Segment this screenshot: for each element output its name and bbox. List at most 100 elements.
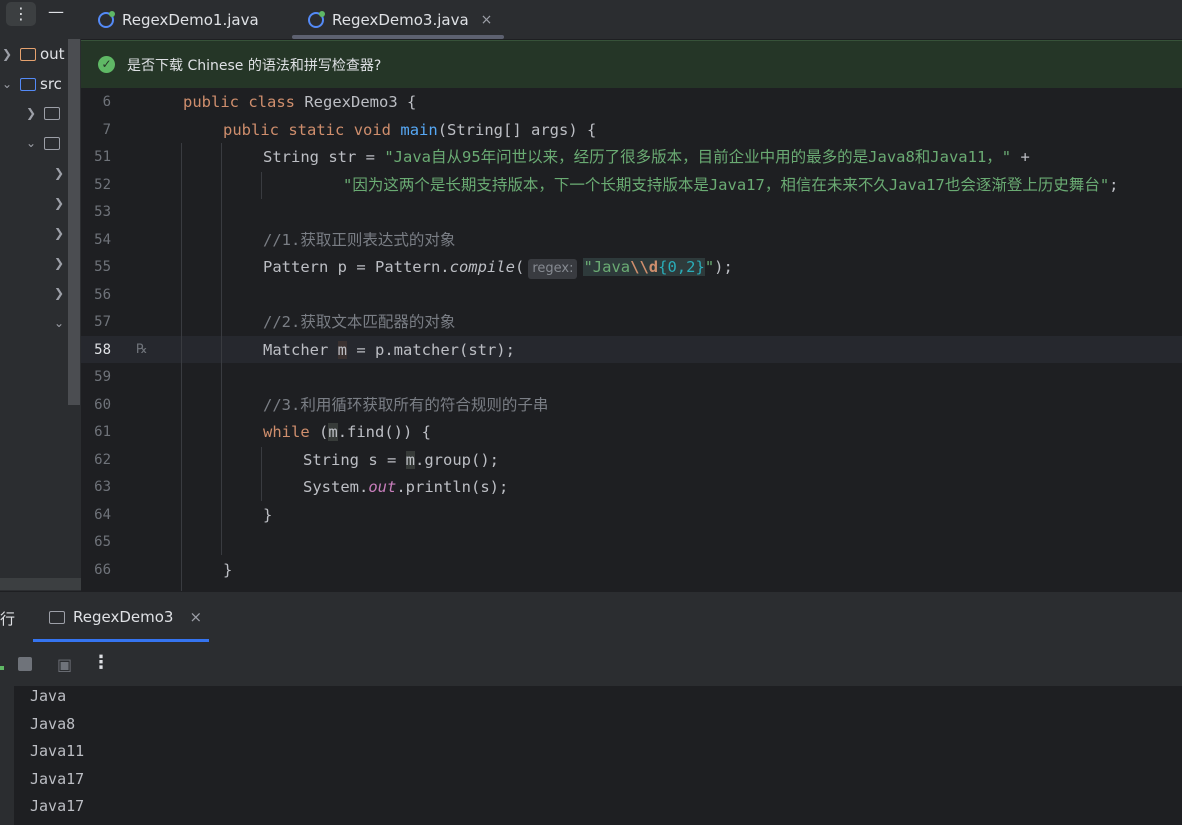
console-gutter <box>0 686 14 825</box>
string-literal: " <box>704 258 715 276</box>
chevron-right-icon: ❯ <box>1 47 13 61</box>
indent-guide <box>261 447 262 501</box>
folder-icon <box>20 47 36 61</box>
tree-item-collapsed[interactable]: ❯ <box>52 188 68 218</box>
check-icon: ✓ <box>98 56 115 73</box>
camera-icon[interactable]: ▣ <box>57 655 72 674</box>
code-line: public static void main(String[] args) { <box>223 117 596 144</box>
regex-escape: \\d <box>630 258 659 276</box>
code-text: String s = <box>303 451 406 469</box>
keyword: void <box>353 121 392 139</box>
code-line: String str = "Java自从95年问世以来，经历了很多版本，目前企业… <box>263 144 1030 171</box>
spellcheck-notification[interactable]: ✓ 是否下载 Chinese 的语法和拼写检查器? <box>81 40 1182 89</box>
tree-item-label: src <box>40 75 62 93</box>
active-tab-indicator <box>33 639 209 642</box>
regex-quantifier: {0,2} <box>658 258 705 276</box>
keyword: static <box>288 121 345 139</box>
chevron-down-icon: ⌄ <box>1 77 13 91</box>
line-number: 62 <box>94 452 111 468</box>
tree-item-out[interactable]: ❯ out <box>0 39 68 69</box>
java-class-icon <box>308 10 325 28</box>
code-line: } <box>263 506 273 524</box>
tab-run-regexdemo3[interactable]: RegexDemo3 × <box>33 591 209 643</box>
console-line: Java17 <box>30 797 85 815</box>
chevron-right-icon: ❯ <box>25 106 37 120</box>
regexp-check-icon[interactable]: ℞ <box>136 342 148 357</box>
close-icon[interactable]: × <box>189 608 202 626</box>
tree-item-collapsed[interactable]: ❯ <box>52 278 68 308</box>
method-name: main <box>400 121 438 139</box>
console-line: Java8 <box>30 715 76 733</box>
chevron-right-icon: ❯ <box>53 226 65 240</box>
keyword: while <box>263 423 310 441</box>
code-comment: //1.获取正则表达式的对象 <box>263 231 456 249</box>
code-text: = p.matcher(str); <box>347 341 515 359</box>
code-text: ( <box>309 423 329 441</box>
tab-label: RegexDemo1.java <box>122 10 259 29</box>
stop-icon[interactable] <box>18 657 32 671</box>
method-call: compile <box>449 258 515 276</box>
string-literal: "Java自从95年问世以来，经历了很多版本，目前企业中用的最多的是Java8和… <box>384 148 1012 166</box>
main-menu-button[interactable]: ⋮ <box>6 2 36 26</box>
variable-highlight: m <box>405 451 415 469</box>
indent-guide <box>261 172 262 199</box>
code-text: String str = <box>263 148 385 166</box>
line-number: 64 <box>94 507 111 523</box>
variable-highlight: m <box>337 341 347 359</box>
close-icon[interactable]: × <box>481 12 493 28</box>
code-text: System. <box>303 478 369 496</box>
code-comment: //3.利用循环获取所有的符合规则的子串 <box>263 396 549 414</box>
tree-item-expanded[interactable]: ⌄ <box>52 308 68 338</box>
code-line: "因为这两个是长期支持版本，下一个长期支持版本是Java17，相信在未来不久Ja… <box>343 172 1119 199</box>
console-output[interactable] <box>0 686 1182 825</box>
line-number-current: 58 <box>94 342 111 358</box>
minimize-panel-button[interactable]: — <box>44 2 68 26</box>
tab-regexdemo1[interactable]: RegexDemo1.java <box>98 0 259 39</box>
code-comment: //2.获取文本匹配器的对象 <box>263 313 456 331</box>
variable-highlight: m <box>328 423 338 441</box>
tree-item-collapsed[interactable]: ❯ <box>52 218 68 248</box>
console-line: Java11 <box>30 742 85 760</box>
line-number: 57 <box>94 314 111 330</box>
line-number: 56 <box>94 287 111 303</box>
active-tab-indicator <box>292 35 504 39</box>
chevron-right-icon: ❯ <box>53 286 65 300</box>
project-tree-scrollbar[interactable] <box>68 39 80 405</box>
code-line: System.out.println(s); <box>303 474 508 501</box>
console-line: Java17 <box>30 770 85 788</box>
parameter-hint: regex: <box>528 259 578 279</box>
tree-item-package[interactable]: ❯ <box>24 98 68 128</box>
string-literal: "因为这两个是长期支持版本，下一个长期支持版本是Java17，相信在未来不久Ja… <box>343 176 1110 194</box>
console-line: Java <box>30 687 67 705</box>
tree-item-collapsed[interactable]: ❯ <box>52 248 68 278</box>
regex-literal: "Java\\d{0,2} <box>583 258 705 276</box>
tree-item-collapsed[interactable]: ❯ <box>52 158 68 188</box>
line-number: 7 <box>102 122 111 138</box>
code-text: .println(s); <box>396 478 509 496</box>
run-tab-label: RegexDemo3 <box>73 608 174 626</box>
chevron-down-icon: ⌄ <box>25 136 37 150</box>
line-number: 66 <box>94 562 111 578</box>
rerun-icon[interactable] <box>0 666 4 670</box>
tree-item-label: out <box>40 45 65 63</box>
tree-item-package[interactable]: ⌄ <box>24 128 68 158</box>
code-line: String s = m.group(); <box>303 447 499 474</box>
indent-guide <box>181 143 182 593</box>
more-options-button[interactable]: ⋮ <box>92 652 110 673</box>
line-number: 65 <box>94 534 111 550</box>
line-number: 53 <box>94 204 111 220</box>
code-text: ); <box>714 258 733 276</box>
code-text: ; <box>1109 176 1119 194</box>
static-field: out <box>368 478 397 496</box>
keyword: public <box>223 121 279 139</box>
code-text: .group(); <box>415 451 499 469</box>
project-tree-hscrollbar[interactable] <box>0 578 81 590</box>
code-line: } <box>223 561 233 579</box>
line-number: 55 <box>94 259 111 275</box>
notification-text: 是否下载 Chinese 的语法和拼写检查器? <box>127 57 382 74</box>
tree-item-src[interactable]: ⌄ src <box>0 69 68 99</box>
line-number: 54 <box>94 232 111 248</box>
code-line: Pattern p = Pattern.compile(regex: "Java\… <box>263 254 733 281</box>
indent-guide <box>221 143 222 555</box>
tab-regexdemo3[interactable]: RegexDemo3.java × <box>308 0 492 39</box>
